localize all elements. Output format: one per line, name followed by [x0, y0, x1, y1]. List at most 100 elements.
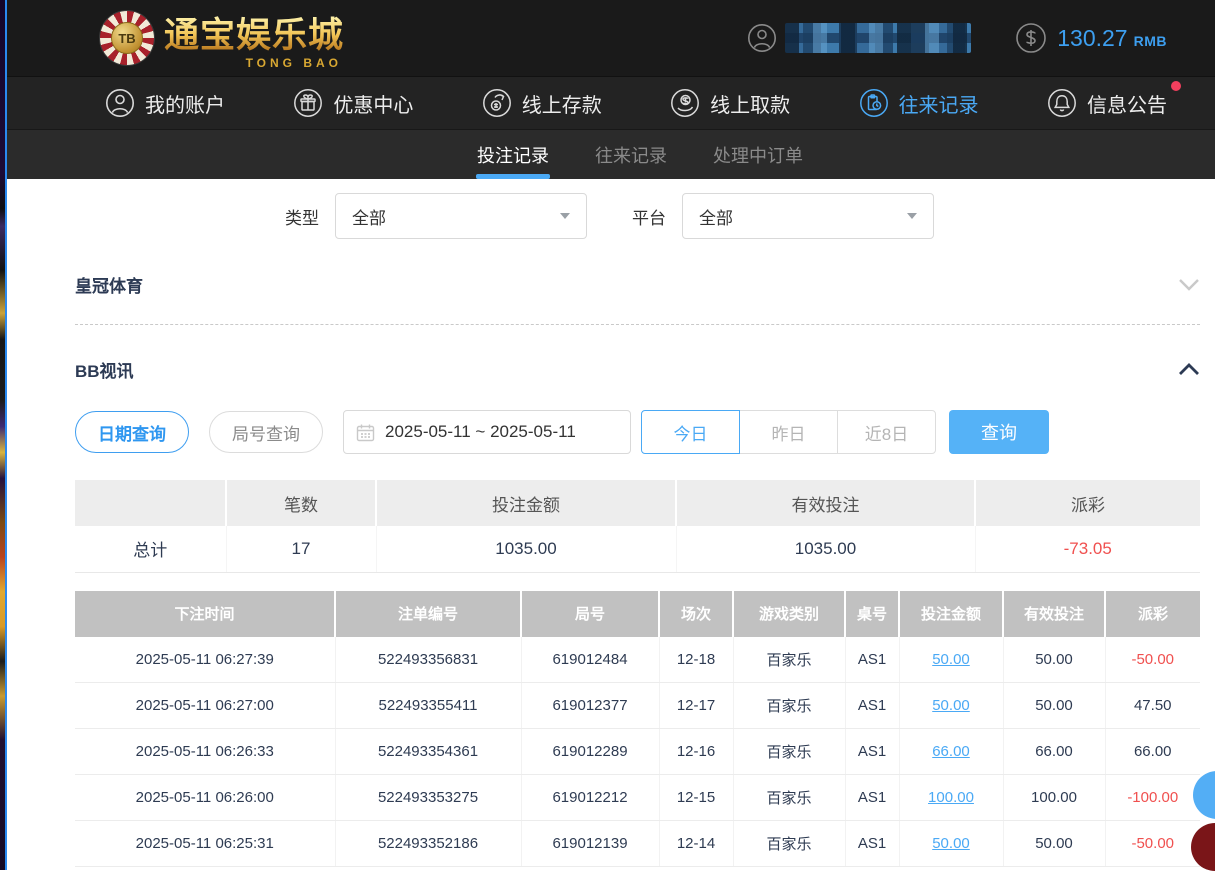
cell-session: 12-14: [659, 821, 733, 867]
chevron-up-icon[interactable]: [1178, 363, 1200, 376]
user-area: 130.27 RMB: [747, 22, 1167, 54]
cell-table-number: AS1: [845, 775, 899, 821]
summary-header-bet-amount: 投注金额: [376, 480, 676, 526]
nav-item-promotions[interactable]: 优惠中心: [293, 88, 413, 118]
chevron-down-icon[interactable]: [1178, 278, 1200, 291]
bet-amount-link[interactable]: 50.00: [932, 835, 970, 852]
nav-label: 优惠中心: [333, 89, 413, 118]
nav-label: 线上取款: [710, 89, 790, 118]
nav-item-transaction-records[interactable]: 往来记录: [859, 88, 979, 118]
user-avatar-icon: [747, 23, 777, 53]
nav-label: 线上存款: [522, 89, 602, 118]
cell-round-number: 619012484: [521, 637, 659, 683]
type-select[interactable]: 全部: [335, 193, 587, 239]
bet-amount-link[interactable]: 50.00: [932, 697, 970, 714]
cell-game-type: 百家乐: [733, 683, 845, 729]
records-icon: [859, 88, 889, 118]
username-blurred[interactable]: [785, 23, 971, 53]
site-logo[interactable]: TB 通宝娱乐城 TONG BAO: [100, 7, 344, 70]
cell-round-number: 619012289: [521, 729, 659, 775]
cell-session: 12-16: [659, 729, 733, 775]
cell-order-number: 522493352186: [335, 821, 521, 867]
cell-session: 12-17: [659, 683, 733, 729]
bell-icon: [1047, 88, 1077, 118]
section-title: BB视讯: [75, 357, 134, 382]
deposit-icon: [482, 88, 512, 118]
cell-payout: -50.00: [1105, 821, 1200, 867]
summary-header-blank: [75, 480, 226, 526]
last-8-days-button[interactable]: 近8日: [837, 410, 936, 454]
header-session: 场次: [659, 591, 733, 637]
platform-filter-label: 平台: [632, 204, 666, 229]
bet-amount-link[interactable]: 66.00: [932, 743, 970, 760]
cell-table-number: AS1: [845, 637, 899, 683]
records-table: 下注时间 注单编号 局号 场次 游戏类别 桌号 投注金额 有效投注 派彩 202…: [75, 591, 1200, 868]
tab-betting-records[interactable]: 投注记录: [475, 130, 551, 179]
summary-total-bet-amount: 1035.00: [376, 526, 676, 572]
table-row: 2025-05-11 06:26:33522493354361619012289…: [75, 729, 1200, 775]
cell-session: 12-18: [659, 637, 733, 683]
logo-title: 通宝娱乐城: [164, 16, 344, 55]
cell-bet-time: 2025-05-11 06:25:31: [75, 821, 335, 867]
calendar-icon: [356, 423, 375, 442]
user-icon: [105, 88, 135, 118]
today-button[interactable]: 今日: [641, 410, 740, 454]
top-header: TB 通宝娱乐城 TONG BAO 130.27 R: [7, 0, 1215, 77]
main-nav: 我的账户 优惠中心 线上存款: [7, 77, 1215, 130]
bet-amount-link[interactable]: 50.00: [932, 651, 970, 668]
cell-bet-amount: 50.00: [899, 683, 1003, 729]
cell-valid-bet: 50.00: [1003, 683, 1105, 729]
platform-select[interactable]: 全部: [682, 193, 934, 239]
cell-valid-bet: 100.00: [1003, 775, 1105, 821]
header-bet-time: 下注时间: [75, 591, 335, 637]
yesterday-button[interactable]: 昨日: [739, 410, 838, 454]
nav-label: 往来记录: [899, 89, 979, 118]
tab-pending-orders[interactable]: 处理中订单: [711, 130, 805, 179]
records-header-row: 下注时间 注单编号 局号 场次 游戏类别 桌号 投注金额 有效投注 派彩: [75, 591, 1200, 637]
cell-game-type: 百家乐: [733, 821, 845, 867]
nav-item-online-deposit[interactable]: 线上存款: [482, 88, 602, 118]
section-bb-video[interactable]: BB视讯: [75, 357, 1200, 382]
table-row: 2025-05-11 06:27:00522493355411619012377…: [75, 683, 1200, 729]
cell-game-type: 百家乐: [733, 775, 845, 821]
search-button[interactable]: 查询: [949, 410, 1049, 454]
table-row: 2025-05-11 06:26:00522493353275619012212…: [75, 775, 1200, 821]
round-query-button[interactable]: 局号查询: [209, 411, 323, 453]
filter-row: 类型 全部 平台 全部: [285, 193, 1200, 239]
caret-down-icon: [560, 213, 570, 219]
date-range-input[interactable]: 2025-05-11 ~ 2025-05-11: [343, 410, 631, 454]
cell-bet-time: 2025-05-11 06:26:00: [75, 775, 335, 821]
cell-payout: -50.00: [1105, 637, 1200, 683]
notification-badge: [1171, 81, 1181, 91]
cell-bet-amount: 50.00: [899, 821, 1003, 867]
cell-valid-bet: 66.00: [1003, 729, 1105, 775]
summary-table: 笔数 投注金额 有效投注 派彩 总计 17 1035.00 1035.00 -7…: [75, 480, 1200, 573]
balance-currency: RMB: [1134, 27, 1167, 49]
section-crown-sports[interactable]: 皇冠体育: [75, 272, 1200, 297]
nav-label: 我的账户: [145, 89, 225, 118]
cell-round-number: 619012212: [521, 775, 659, 821]
summary-total-payout: -73.05: [975, 526, 1200, 572]
summary-total-label: 总计: [75, 526, 226, 572]
cell-bet-time: 2025-05-11 06:27:00: [75, 683, 335, 729]
cell-table-number: AS1: [845, 683, 899, 729]
bet-amount-link[interactable]: 100.00: [928, 789, 974, 806]
header-round-number: 局号: [521, 591, 659, 637]
nav-item-my-account[interactable]: 我的账户: [105, 88, 225, 118]
cell-valid-bet: 50.00: [1003, 637, 1105, 683]
nav-item-announcements[interactable]: 信息公告: [1047, 88, 1167, 118]
cell-order-number: 522493356831: [335, 637, 521, 683]
cell-game-type: 百家乐: [733, 729, 845, 775]
cell-bet-amount: 100.00: [899, 775, 1003, 821]
summary-header-valid-bet: 有效投注: [676, 480, 975, 526]
nav-item-online-withdrawal[interactable]: 线上取款: [670, 88, 790, 118]
tab-transaction-records[interactable]: 往来记录: [593, 130, 669, 179]
logo-subtitle: TONG BAO: [246, 56, 342, 70]
cell-order-number: 522493354361: [335, 729, 521, 775]
query-controls: 日期查询 局号查询 2025-05-11 ~ 2025-05-11 今日 昨日: [75, 410, 1200, 454]
type-filter-label: 类型: [285, 204, 319, 229]
date-query-button[interactable]: 日期查询: [75, 411, 189, 453]
logo-chip-label: TB: [111, 22, 143, 54]
balance-dollar-icon: [1015, 22, 1047, 54]
logo-text: 通宝娱乐城 TONG BAO: [164, 7, 344, 70]
